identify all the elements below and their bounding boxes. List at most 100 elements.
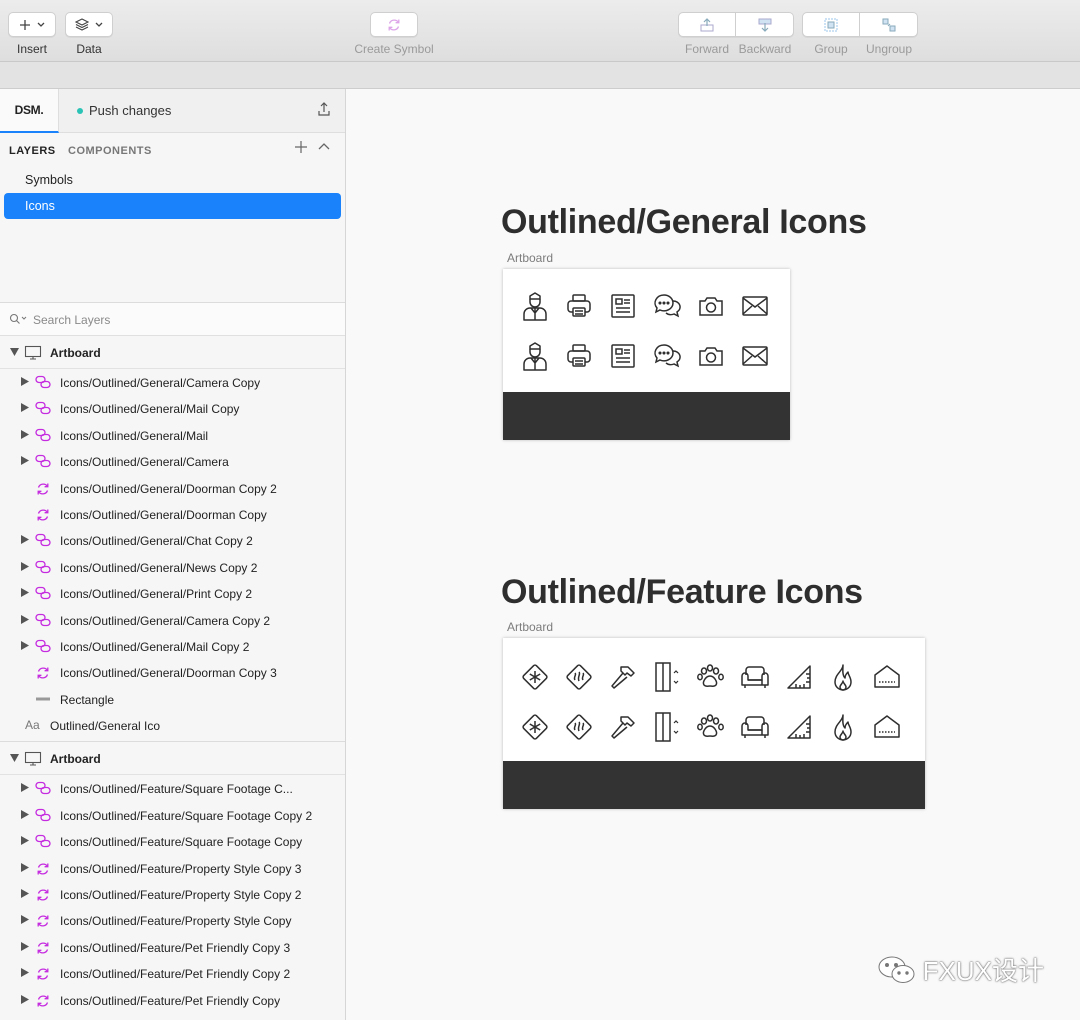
- print-icon[interactable]: [559, 286, 599, 326]
- layer-item[interactable]: Icons/Outlined/Feature/Property Style Co…: [0, 855, 345, 881]
- square-footage-icon[interactable]: [779, 707, 819, 747]
- heating-icon[interactable]: [559, 657, 599, 697]
- disclosure-closed-icon[interactable]: [21, 403, 29, 413]
- disclosure-open-icon[interactable]: [10, 348, 19, 356]
- layer-item[interactable]: Icons/Outlined/General/Doorman Copy 2: [0, 475, 345, 501]
- layer-item[interactable]: Icons/Outlined/General/Camera Copy 2: [0, 607, 345, 633]
- armchair-icon[interactable]: [735, 707, 775, 747]
- layer-item[interactable]: Icons/Outlined/Feature/Property Style Co…: [0, 881, 345, 907]
- chat-icon[interactable]: [647, 336, 687, 376]
- layer-item[interactable]: Icons/Outlined/Feature/Pet Friendly Copy: [0, 987, 345, 1013]
- disclosure-closed-icon[interactable]: [21, 836, 29, 846]
- disclosure-closed-icon[interactable]: [21, 456, 29, 466]
- canvas[interactable]: Outlined/General Icons Artboard Outlined…: [347, 89, 1080, 1020]
- camera-icon[interactable]: [691, 336, 731, 376]
- layer-item[interactable]: Icons/Outlined/Feature/Square Footage C.…: [0, 775, 345, 801]
- disclosure-open-icon[interactable]: [10, 754, 19, 763]
- chevron-up-icon[interactable]: [318, 142, 330, 150]
- layer-item[interactable]: Icons/Outlined/General/News Copy 2: [0, 554, 345, 580]
- title-bar-rectangle[interactable]: [503, 761, 925, 809]
- tab-components[interactable]: COMPONENTS: [68, 145, 152, 157]
- disclosure-closed-icon[interactable]: [21, 809, 29, 819]
- artboard-label[interactable]: Artboard: [507, 251, 553, 265]
- disclosure-closed-icon[interactable]: [21, 561, 29, 571]
- page-item-icons[interactable]: Icons: [4, 193, 341, 219]
- air-conditioning-icon[interactable]: [515, 707, 555, 747]
- fire-icon[interactable]: [823, 657, 863, 697]
- disclosure-closed-icon[interactable]: [21, 889, 29, 899]
- layer-item[interactable]: Icons/Outlined/General/Print Copy 2: [0, 580, 345, 606]
- disclosure-closed-icon[interactable]: [21, 968, 29, 978]
- chat-icon[interactable]: [647, 286, 687, 326]
- layer-item[interactable]: Icons/Outlined/General/Doorman Copy 3: [0, 659, 345, 685]
- add-page-icon[interactable]: [294, 140, 308, 154]
- tab-layers[interactable]: LAYERS: [9, 145, 56, 157]
- camera-icon[interactable]: [691, 286, 731, 326]
- layer-item[interactable]: Icons/Outlined/General/Chat Copy 2: [0, 527, 345, 553]
- artboard-group-header[interactable]: Artboard: [0, 336, 345, 369]
- backward-button[interactable]: [736, 12, 794, 37]
- heating-icon[interactable]: [559, 707, 599, 747]
- air-conditioning-icon[interactable]: [515, 657, 555, 697]
- ungroup-button[interactable]: [860, 12, 918, 37]
- layer-item[interactable]: Icons/Outlined/General/Doorman Copy: [0, 501, 345, 527]
- print-icon[interactable]: [559, 336, 599, 376]
- push-changes[interactable]: Push changes: [77, 103, 171, 118]
- data-button[interactable]: [65, 12, 113, 37]
- feature-icons-artboard[interactable]: [503, 638, 925, 809]
- elevator-icon[interactable]: [647, 707, 687, 747]
- disclosure-closed-icon[interactable]: [21, 994, 29, 1004]
- layer-item[interactable]: Icons/Outlined/Feature/Property Style Co…: [0, 907, 345, 933]
- forward-button[interactable]: [678, 12, 736, 37]
- doorman-icon[interactable]: [515, 286, 555, 326]
- layer-item[interactable]: Icons/Outlined/General/Camera: [0, 448, 345, 474]
- general-icons-artboard[interactable]: [503, 269, 790, 440]
- layer-item[interactable]: Icons/Outlined/General/Mail: [0, 422, 345, 448]
- doorman-icon[interactable]: [515, 336, 555, 376]
- insert-button[interactable]: [8, 12, 56, 37]
- disclosure-closed-icon[interactable]: [21, 614, 29, 624]
- layer-item[interactable]: Icons/Outlined/General/Camera Copy: [0, 369, 345, 395]
- general-icons-title[interactable]: Outlined/General Icons: [501, 203, 867, 242]
- hammer-icon[interactable]: [603, 707, 643, 747]
- disclosure-closed-icon[interactable]: [21, 429, 29, 439]
- pet-friendly-icon[interactable]: [691, 657, 731, 697]
- news-icon[interactable]: [603, 286, 643, 326]
- disclosure-closed-icon[interactable]: [21, 640, 29, 650]
- property-style-icon[interactable]: [867, 707, 907, 747]
- layer-item[interactable]: Icons/Outlined/Feature/Pet Friendly Copy…: [0, 960, 345, 986]
- disclosure-closed-icon[interactable]: [21, 377, 29, 386]
- square-footage-icon[interactable]: [779, 657, 819, 697]
- fire-icon[interactable]: [823, 707, 863, 747]
- artboard-group-header[interactable]: Artboard: [0, 742, 345, 776]
- mail-icon[interactable]: [735, 286, 775, 326]
- layer-item[interactable]: Rectangle: [0, 686, 345, 712]
- disclosure-closed-icon[interactable]: [21, 588, 29, 598]
- layer-item[interactable]: Icons/Outlined/General/Mail Copy: [0, 395, 345, 421]
- disclosure-closed-icon[interactable]: [21, 535, 29, 545]
- elevator-icon[interactable]: [647, 657, 687, 697]
- mail-icon[interactable]: [735, 336, 775, 376]
- group-button[interactable]: [802, 12, 860, 37]
- property-style-icon[interactable]: [867, 657, 907, 697]
- disclosure-closed-icon[interactable]: [21, 915, 29, 925]
- feature-icons-title[interactable]: Outlined/Feature Icons: [501, 573, 863, 612]
- layer-item[interactable]: Aa Outlined/General Ico: [0, 712, 345, 738]
- disclosure-closed-icon[interactable]: [21, 862, 29, 872]
- create-symbol-button[interactable]: [370, 12, 418, 37]
- search-layers[interactable]: Search Layers: [0, 303, 345, 336]
- artboard-label[interactable]: Artboard: [507, 620, 553, 634]
- layer-item[interactable]: Icons/Outlined/Feature/Square Footage Co…: [0, 802, 345, 828]
- layer-item[interactable]: Icons/Outlined/Feature/Pet Friendly Copy…: [0, 934, 345, 960]
- armchair-icon[interactable]: [735, 657, 775, 697]
- title-bar-rectangle[interactable]: [503, 392, 790, 440]
- dsm-tab[interactable]: DSM.: [0, 89, 59, 133]
- layer-item[interactable]: Icons/Outlined/General/Mail Copy 2: [0, 633, 345, 659]
- disclosure-closed-icon[interactable]: [21, 783, 29, 793]
- disclosure-closed-icon[interactable]: [21, 941, 29, 951]
- hammer-icon[interactable]: [603, 657, 643, 697]
- pet-friendly-icon[interactable]: [691, 707, 731, 747]
- page-item-symbols[interactable]: Symbols: [4, 167, 341, 193]
- news-icon[interactable]: [603, 336, 643, 376]
- upload-icon[interactable]: [317, 101, 331, 117]
